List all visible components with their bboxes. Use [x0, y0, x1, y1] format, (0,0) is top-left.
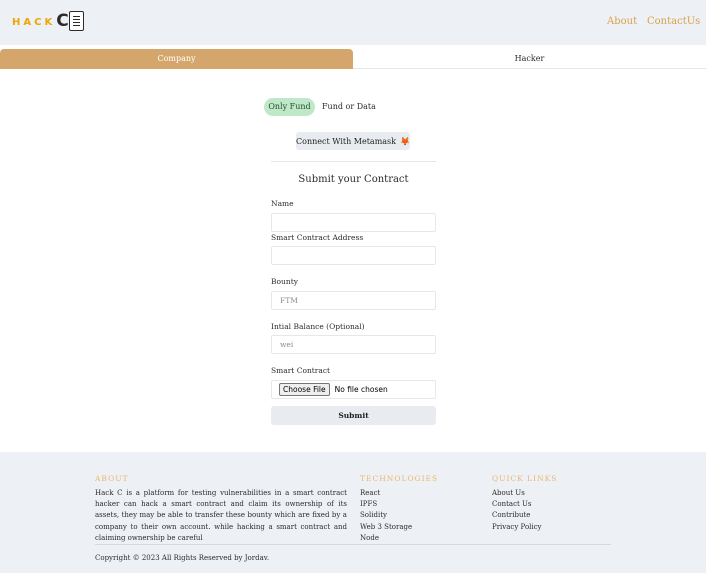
footer-quick-links-heading: QUICK LINKS — [492, 474, 558, 483]
name-input[interactable] — [271, 213, 436, 232]
connect-metamask-label: Connect With Metamask — [296, 136, 396, 146]
quick-link-contact-us[interactable]: Contact Us — [492, 499, 542, 510]
logo[interactable]: HACK C — [12, 9, 84, 33]
initial-balance-label: Intial Balance (Optional) — [271, 322, 365, 331]
nav-about-link[interactable]: About — [607, 16, 637, 27]
smart-contract-file-input[interactable]: Choose File No file chosen — [271, 380, 436, 399]
technology-item: Solidity — [360, 511, 387, 520]
bounty-label: Bounty — [271, 277, 298, 286]
footer-about-heading: ABOUT — [95, 474, 129, 483]
nav-contact-link[interactable]: ContactUs — [647, 16, 700, 27]
technology-item: IPFS — [360, 500, 378, 509]
tab-company[interactable]: Company — [0, 49, 353, 69]
name-label: Name — [271, 199, 294, 208]
smart-contract-label: Smart Contract — [271, 366, 331, 375]
footer-technologies-heading: TECHNOLOGIES — [360, 474, 439, 483]
site-footer: ABOUT Hack C is a platform for testing v… — [0, 452, 706, 573]
quick-link-contribute[interactable]: Contribute — [492, 510, 542, 521]
file-status: No file chosen — [334, 385, 388, 394]
contract-address-input[interactable] — [271, 246, 436, 265]
initial-balance-input[interactable] — [271, 335, 436, 354]
only-fund-toggle[interactable]: Only Fund — [264, 98, 315, 116]
copyright-text: Copyright © 2023 All Rights Reserved by … — [95, 554, 270, 562]
submit-button[interactable]: Submit — [271, 406, 436, 425]
quick-links-list: About Us Contact Us Contribute Privacy P… — [492, 488, 542, 533]
technologies-list: React IPFS Solidity Web 3 Storage Node — [360, 488, 412, 544]
technology-item: Web 3 Storage — [360, 522, 413, 531]
contract-address-label: Smart Contract Address — [271, 233, 364, 242]
technology-item: React — [360, 489, 381, 497]
divider — [271, 161, 436, 162]
document-icon — [68, 11, 84, 31]
quick-link-about-us[interactable]: About Us — [492, 488, 542, 499]
choose-file-button[interactable]: Choose File — [279, 383, 330, 396]
logo-text: HACK — [12, 16, 56, 28]
footer-divider — [95, 544, 611, 545]
form-title: Submit your Contract — [298, 174, 409, 185]
metamask-fox-icon: 🦊 — [400, 136, 410, 146]
quick-link-privacy-policy[interactable]: Privacy Policy — [492, 522, 542, 533]
footer-about-text: Hack C is a platform for testing vulnera… — [95, 489, 347, 542]
bounty-input[interactable] — [271, 291, 436, 310]
logo-letter: C — [56, 10, 69, 31]
tab-hacker[interactable]: Hacker — [353, 49, 706, 69]
technology-item: Node — [360, 533, 379, 542]
site-header: HACK C About ContactUs — [0, 0, 706, 45]
connect-metamask-button[interactable]: Connect With Metamask 🦊 — [296, 132, 410, 150]
fund-or-data-toggle[interactable]: Fund or Data — [322, 98, 376, 116]
